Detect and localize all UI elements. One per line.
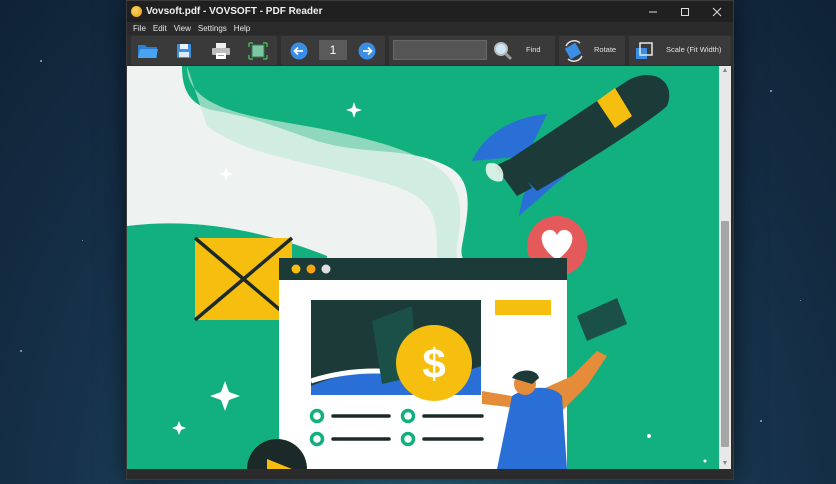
save-icon bbox=[177, 43, 191, 58]
open-button[interactable] bbox=[135, 38, 161, 63]
rotate-icon bbox=[564, 39, 583, 62]
scroll-up-icon[interactable]: ▲ bbox=[719, 66, 731, 76]
menu-bar: File Edit View Settings Help bbox=[127, 22, 733, 35]
menu-settings[interactable]: Settings bbox=[198, 24, 227, 33]
page-number-field[interactable]: 1 bbox=[319, 40, 347, 60]
scale-button[interactable]: Scale (Fit Width) bbox=[666, 45, 721, 54]
previous-page-button[interactable] bbox=[286, 38, 312, 63]
search-button[interactable] bbox=[490, 38, 516, 63]
close-button[interactable] bbox=[701, 1, 733, 22]
app-logo-icon bbox=[131, 6, 142, 17]
menu-view[interactable]: View bbox=[174, 24, 191, 33]
next-page-button[interactable] bbox=[354, 38, 380, 63]
maximize-button[interactable] bbox=[669, 1, 701, 22]
search-input[interactable] bbox=[393, 40, 487, 60]
menu-edit[interactable]: Edit bbox=[153, 24, 167, 33]
title-bar: Vovsoft.pdf - VOVSOFT - PDF Reader bbox=[127, 1, 733, 22]
vertical-scrollbar[interactable]: ▲ ▼ bbox=[719, 66, 731, 469]
navigation-group: 1 bbox=[281, 36, 385, 65]
find-button[interactable]: Find bbox=[526, 45, 541, 54]
arrow-right-icon bbox=[358, 42, 376, 59]
envelope-icon bbox=[193, 236, 294, 322]
dot-icon bbox=[647, 434, 651, 438]
folder-open-icon bbox=[138, 44, 158, 58]
save-button[interactable] bbox=[171, 38, 197, 63]
toolbar: 1 Find Rotate Scale (Fit Width) bbox=[127, 35, 733, 66]
menu-file[interactable]: File bbox=[133, 24, 146, 33]
print-button[interactable] bbox=[208, 38, 234, 63]
scale-icon bbox=[636, 41, 653, 59]
rotate-button[interactable]: Rotate bbox=[594, 45, 616, 54]
printer-icon bbox=[212, 42, 230, 59]
arrow-left-icon bbox=[290, 42, 308, 59]
scroll-thumb[interactable] bbox=[721, 221, 729, 447]
dot-icon bbox=[703, 459, 707, 463]
fit-page-button[interactable] bbox=[245, 38, 271, 63]
scale-group: Scale (Fit Width) bbox=[629, 36, 731, 65]
fit-page-icon bbox=[248, 41, 268, 60]
minimize-button[interactable] bbox=[637, 1, 669, 22]
dollar-sign: $ bbox=[422, 340, 445, 387]
scroll-down-icon[interactable]: ▼ bbox=[719, 459, 731, 469]
window-title: Vovsoft.pdf - VOVSOFT - PDF Reader bbox=[146, 6, 323, 17]
scale-icon-button[interactable] bbox=[631, 38, 657, 63]
marketing-illustration: $ bbox=[127, 66, 719, 469]
menu-help[interactable]: Help bbox=[234, 24, 250, 33]
document-view[interactable]: $ bbox=[127, 66, 719, 469]
app-window: Vovsoft.pdf - VOVSOFT - PDF Reader File … bbox=[126, 0, 734, 480]
status-bar bbox=[127, 469, 733, 479]
close-icon bbox=[712, 7, 722, 16]
magnifier-icon bbox=[494, 41, 513, 60]
maximize-icon bbox=[681, 7, 689, 16]
file-tools-group bbox=[131, 36, 277, 65]
rotate-icon-button[interactable] bbox=[561, 38, 587, 63]
minimize-icon bbox=[649, 11, 657, 12]
search-group: Find bbox=[389, 36, 555, 65]
rotate-group: Rotate bbox=[559, 36, 625, 65]
